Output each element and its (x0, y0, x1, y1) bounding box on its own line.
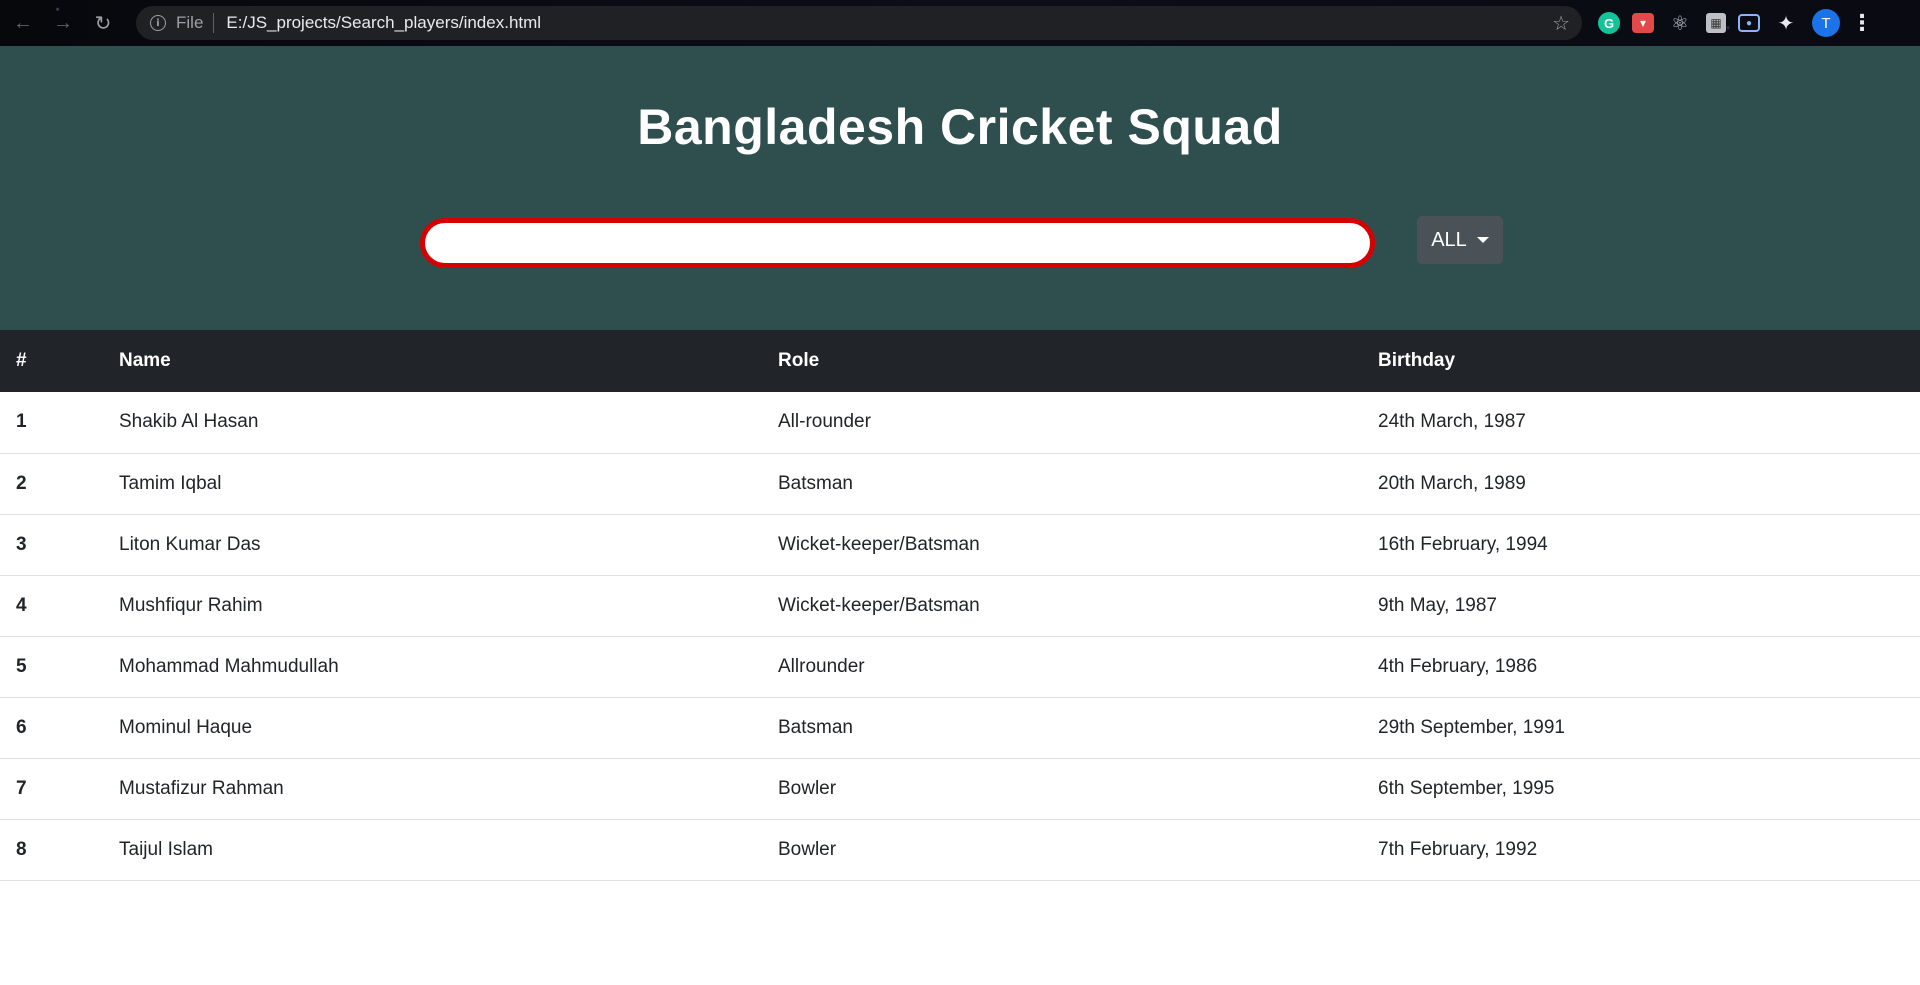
table-row: 2 Tamim Iqbal Batsman 20th March, 1989 (0, 453, 1920, 515)
reload-icon[interactable]: ↻ (86, 6, 120, 40)
pocket-icon[interactable]: ▾ (1632, 13, 1654, 33)
player-role: Bowler (762, 819, 1362, 881)
extension-icon[interactable]: ▦ (1706, 13, 1726, 33)
url-text[interactable]: E:/JS_projects/Search_players/index.html (226, 13, 541, 33)
back-arrow-icon[interactable]: ← (6, 6, 40, 40)
browser-toolbar: ← → ↻ i File E:/JS_projects/Search_playe… (0, 0, 1920, 46)
table-row: 7 Mustafizur Rahman Bowler 6th September… (0, 758, 1920, 820)
column-header-number[interactable]: # (0, 330, 103, 392)
screenshot-icon[interactable]: ● (1738, 14, 1760, 32)
player-birthday: 6th September, 1995 (1362, 758, 1920, 820)
table-row: 3 Liton Kumar Das Wicket-keeper/Batsman … (0, 514, 1920, 576)
row-number: 4 (0, 575, 103, 637)
player-role: All-rounder (762, 392, 1362, 454)
extensions-area: G ▾ ⚛ ▦ ● ✦ T ⋮ (1598, 8, 1873, 38)
player-role: Allrounder (762, 636, 1362, 698)
column-header-birthday[interactable]: Birthday (1362, 330, 1920, 392)
player-name: Mohammad Mahmudullah (103, 636, 762, 698)
player-role: Wicket-keeper/Batsman (762, 575, 1362, 637)
column-header-name[interactable]: Name (103, 330, 762, 392)
puzzle-icon[interactable]: ✦ (1772, 9, 1800, 37)
player-role: Wicket-keeper/Batsman (762, 514, 1362, 576)
player-birthday: 9th May, 1987 (1362, 575, 1920, 637)
player-role: Bowler (762, 758, 1362, 820)
player-birthday: 4th February, 1986 (1362, 636, 1920, 698)
filter-dropdown-button[interactable]: ALL (1417, 216, 1503, 264)
row-number: 3 (0, 514, 103, 576)
row-number: 1 (0, 392, 103, 454)
react-devtools-icon[interactable]: ⚛ (1666, 9, 1694, 37)
player-name: Mustafizur Rahman (103, 758, 762, 820)
player-name: Shakib Al Hasan (103, 392, 762, 454)
player-birthday: 16th February, 1994 (1362, 514, 1920, 576)
players-table: # Name Role Birthday 1 Shakib Al Hasan A… (0, 330, 1920, 881)
address-bar[interactable]: i File E:/JS_projects/Search_players/ind… (136, 6, 1582, 40)
player-birthday: 29th September, 1991 (1362, 697, 1920, 759)
row-number: 8 (0, 819, 103, 881)
player-birthday: 7th February, 1992 (1362, 819, 1920, 881)
table-row: 4 Mushfiqur Rahim Wicket-keeper/Batsman … (0, 575, 1920, 637)
page-title: Bangladesh Cricket Squad (637, 99, 1283, 155)
player-role: Batsman (762, 453, 1362, 515)
url-scheme: File (176, 13, 204, 32)
bookmark-star-icon[interactable]: ☆ (1552, 11, 1570, 36)
table-row: 8 Taijul Islam Bowler 7th February, 1992 (0, 819, 1920, 881)
column-header-role[interactable]: Role (762, 330, 1362, 392)
player-name: Mushfiqur Rahim (103, 575, 762, 637)
table-header-row: # Name Role Birthday (0, 330, 1920, 392)
player-role: Batsman (762, 697, 1362, 759)
search-input[interactable] (420, 218, 1375, 268)
table-row: 1 Shakib Al Hasan All-rounder 24th March… (0, 392, 1920, 454)
row-number: 5 (0, 636, 103, 698)
filter-label: ALL (1431, 228, 1467, 251)
player-birthday: 24th March, 1987 (1362, 392, 1920, 454)
caret-down-icon (1476, 237, 1489, 243)
page-header: Bangladesh Cricket Squad ALL (0, 46, 1920, 330)
table-row: 5 Mohammad Mahmudullah Allrounder 4th Fe… (0, 636, 1920, 698)
info-icon[interactable]: i (150, 15, 166, 31)
row-number: 6 (0, 697, 103, 759)
player-name: Liton Kumar Das (103, 514, 762, 576)
menu-kebab-icon[interactable]: ⋮ (1851, 9, 1873, 37)
row-number: 2 (0, 453, 103, 515)
profile-avatar[interactable]: T (1812, 9, 1840, 37)
player-name: Taijul Islam (103, 819, 762, 881)
omnibox-divider (213, 13, 215, 33)
player-birthday: 20th March, 1989 (1362, 453, 1920, 515)
table-row: 6 Mominul Haque Batsman 29th September, … (0, 697, 1920, 759)
forward-arrow-icon[interactable]: → (46, 6, 80, 40)
row-number: 7 (0, 758, 103, 820)
player-name: Mominul Haque (103, 697, 762, 759)
grammarly-icon[interactable]: G (1598, 12, 1620, 34)
player-name: Tamim Iqbal (103, 453, 762, 515)
